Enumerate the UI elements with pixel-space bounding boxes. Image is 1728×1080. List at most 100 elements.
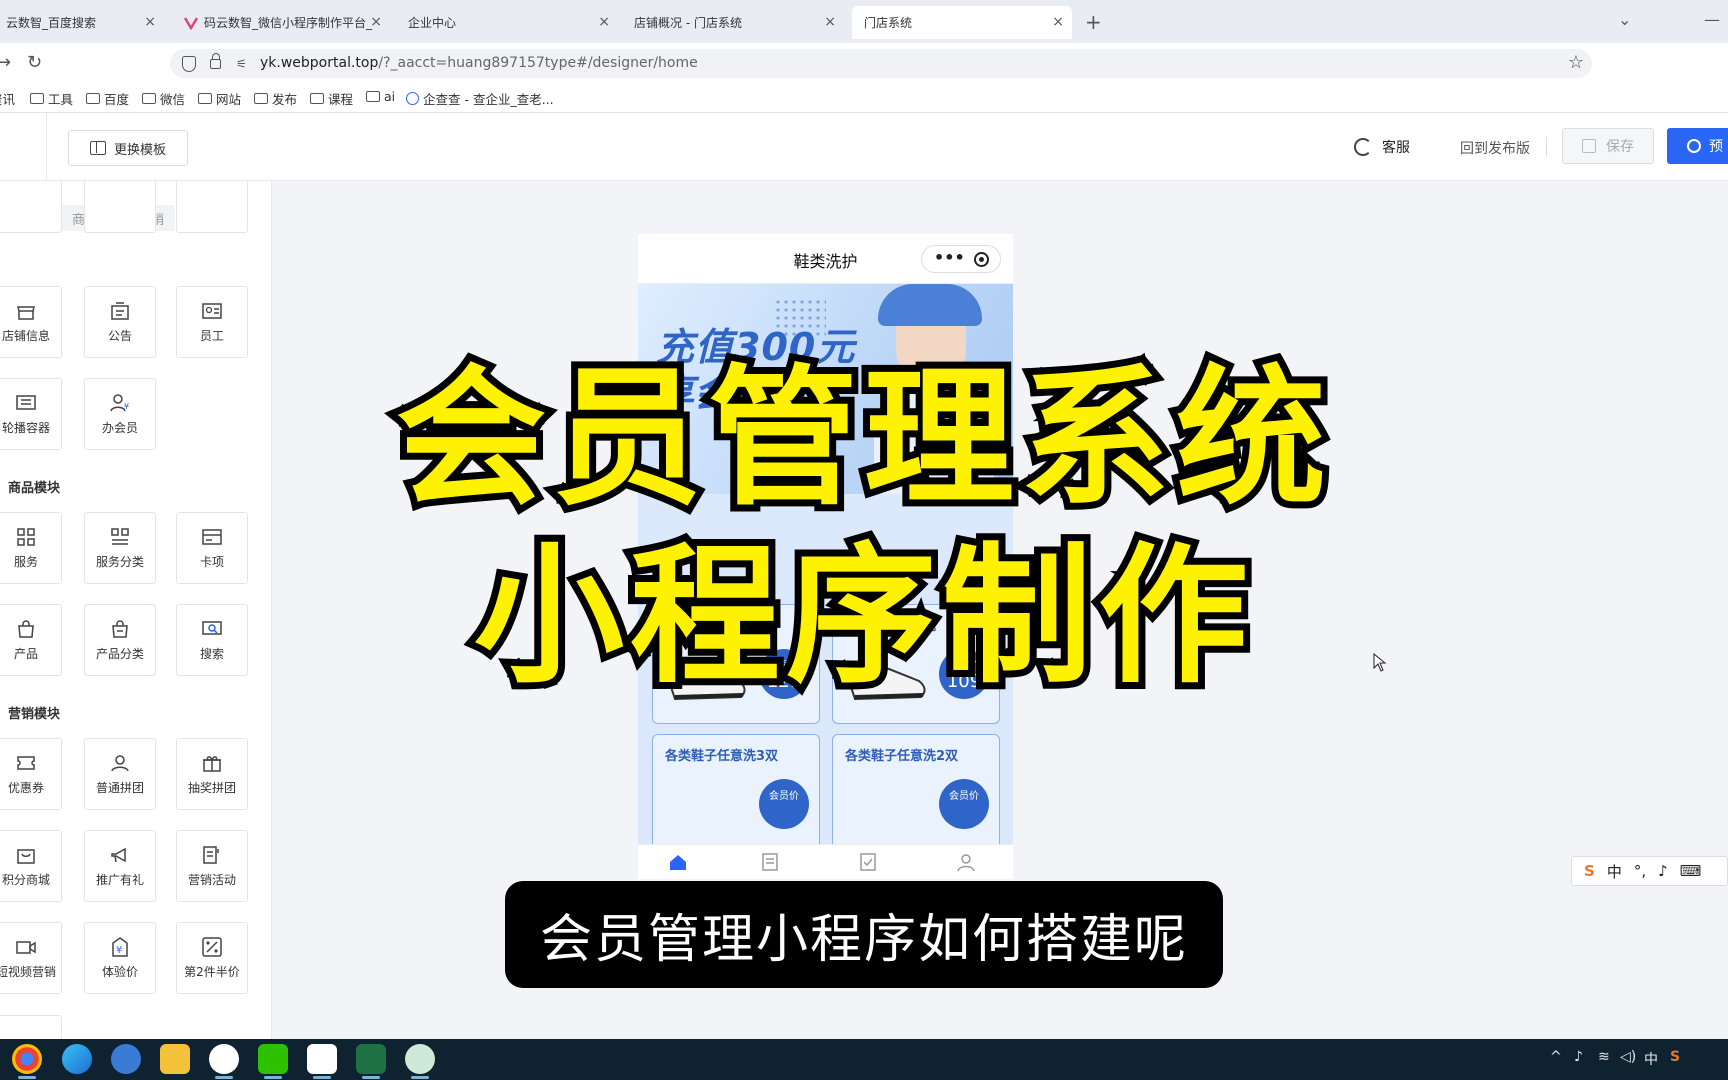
close-icon[interactable]: × bbox=[144, 14, 156, 30]
component-tile[interactable] bbox=[0, 181, 62, 233]
component-tile-store-info[interactable]: 店铺信息 bbox=[0, 286, 62, 358]
bookmark-folder[interactable]: ai bbox=[366, 89, 395, 104]
browser-tab[interactable]: 云数智_百度搜索 × bbox=[0, 6, 164, 39]
home-icon[interactable] bbox=[668, 853, 688, 871]
ime-toolbar[interactable]: S 中 °, ♪ ⌨ bbox=[1571, 856, 1728, 886]
component-tile-points-mall[interactable]: 积分商城 bbox=[0, 830, 62, 902]
bookmark-label: 课程 bbox=[328, 92, 354, 107]
miniprogram-capsule[interactable]: ••• bbox=[921, 245, 1001, 273]
keyboard-icon[interactable]: ⌨ bbox=[1680, 862, 1702, 880]
new-tab-icon[interactable]: + bbox=[1085, 10, 1102, 34]
reload-icon[interactable]: ↻ bbox=[27, 52, 42, 73]
bookmark-folder[interactable]: 微信 bbox=[142, 89, 185, 108]
component-tile-coupon[interactable]: 优惠券 bbox=[0, 738, 62, 810]
folder-icon bbox=[86, 93, 100, 104]
section-title-marketing: 营销模块 bbox=[8, 707, 61, 722]
ime-mode[interactable]: 中 bbox=[1607, 861, 1622, 882]
punctuation-icon[interactable]: °, bbox=[1634, 862, 1646, 880]
preview-button[interactable]: 预 bbox=[1667, 128, 1728, 164]
component-tile[interactable] bbox=[176, 181, 248, 233]
change-template-button[interactable]: 更换模板 bbox=[68, 130, 188, 166]
wechat-icon[interactable] bbox=[258, 1044, 288, 1074]
close-target-icon[interactable] bbox=[974, 252, 989, 267]
headset-icon bbox=[1354, 138, 1372, 156]
bookmark-item[interactable]: 资讯 bbox=[0, 89, 15, 108]
component-tile-short-video[interactable]: 短视频营销 bbox=[0, 922, 62, 994]
component-tile[interactable] bbox=[84, 181, 156, 233]
profile-icon[interactable] bbox=[956, 853, 976, 871]
product-title: 各类鞋子任意洗2双 bbox=[845, 749, 959, 764]
browser-tab[interactable]: 店铺概况 - 门店系统 × bbox=[622, 6, 844, 39]
component-tile-staff[interactable]: 员工 bbox=[176, 286, 248, 358]
search-icon bbox=[1687, 139, 1701, 153]
bookmark-folder[interactable]: 百度 bbox=[86, 89, 129, 108]
megaphone-icon bbox=[109, 845, 131, 865]
microphone-icon[interactable]: ♪ bbox=[1658, 862, 1668, 880]
close-icon[interactable]: × bbox=[598, 14, 610, 30]
back-icon[interactable]: ‹ bbox=[0, 137, 1, 152]
tile-label: 短视频营销 bbox=[0, 964, 56, 979]
excel-icon[interactable] bbox=[356, 1044, 386, 1074]
close-icon[interactable]: × bbox=[1052, 14, 1064, 30]
bookmark-folder[interactable]: 发布 bbox=[254, 89, 297, 108]
bookmark-label: 网站 bbox=[216, 92, 242, 107]
member-price-badge: 会员价 bbox=[759, 779, 809, 829]
tab-label: 门店系统 bbox=[864, 16, 913, 30]
component-tile[interactable] bbox=[0, 1015, 62, 1039]
component-tile-notice[interactable]: 公告 bbox=[84, 286, 156, 358]
overlay-title-line2: 小程序制作 bbox=[467, 525, 1255, 709]
minimize-icon[interactable]: — bbox=[1704, 10, 1720, 29]
volume-icon[interactable]: ◁) bbox=[1620, 1049, 1636, 1065]
bookmark-star-icon[interactable]: ☆ bbox=[1568, 52, 1584, 73]
product-card[interactable]: 各类鞋子任意洗2双 会员价 bbox=[832, 734, 1000, 854]
site-settings-icon[interactable]: ⚟ bbox=[236, 57, 247, 71]
component-tile-lottery-group[interactable]: 抽奖拼团 bbox=[176, 738, 248, 810]
shield-icon bbox=[182, 56, 196, 72]
header-divider bbox=[46, 113, 47, 181]
active-indicator bbox=[362, 1076, 380, 1079]
save-button[interactable]: 保存 bbox=[1562, 128, 1654, 164]
bookmark-label: ai bbox=[384, 89, 396, 104]
browser-tab-active[interactable]: 门店系统 × bbox=[852, 6, 1072, 39]
settings-flower-icon[interactable] bbox=[405, 1044, 435, 1074]
recorder-icon[interactable] bbox=[307, 1044, 337, 1074]
url-field[interactable]: ⚟ yk.webportal.top/?_aacct=huang897157ty… bbox=[170, 49, 1592, 78]
microphone-icon[interactable]: ♪ bbox=[1574, 1049, 1583, 1065]
chrome-icon[interactable] bbox=[12, 1044, 42, 1074]
component-tile-trial-price[interactable]: ¥ 体验价 bbox=[84, 922, 156, 994]
wifi-icon[interactable]: ≋ bbox=[1598, 1049, 1610, 1065]
sogou-icon[interactable]: S bbox=[1584, 862, 1595, 880]
browser-tab-bar: 云数智_百度搜索 × 码云数智_微信小程序制作平台_ × 企业中心 × 店铺概况… bbox=[0, 0, 1728, 43]
product-card[interactable]: 各类鞋子任意洗3双 会员价 bbox=[652, 734, 820, 854]
qq-icon[interactable] bbox=[209, 1044, 239, 1074]
component-tile-group-buy[interactable]: 普通拼团 bbox=[84, 738, 156, 810]
orders-icon[interactable] bbox=[760, 853, 780, 871]
file-explorer-icon[interactable] bbox=[160, 1044, 190, 1074]
phone-header: 鞋类洗护 ••• bbox=[638, 234, 1013, 284]
more-icon[interactable]: ••• bbox=[934, 248, 965, 267]
input-language[interactable]: 中 bbox=[1644, 1049, 1658, 1069]
sogou-tray-icon[interactable]: S bbox=[1670, 1049, 1680, 1065]
bookmark-folder[interactable]: 网站 bbox=[198, 89, 241, 108]
component-tile-referral[interactable]: 推广有礼 bbox=[84, 830, 156, 902]
bookmark-folder[interactable]: 工具 bbox=[30, 89, 73, 108]
price-label: 会员价 bbox=[949, 791, 979, 802]
price-tag-icon: ¥ bbox=[109, 936, 131, 957]
chevron-up-icon[interactable]: ^ bbox=[1550, 1049, 1562, 1065]
bookmark-item[interactable]: 企查查 - 查企业_查老... bbox=[406, 89, 554, 108]
chevron-down-icon[interactable]: ⌄ bbox=[1618, 10, 1631, 29]
component-tile-second-half-price[interactable]: 第2件半价 bbox=[176, 922, 248, 994]
customer-service-button[interactable]: 客服 bbox=[1354, 137, 1410, 157]
edge-icon[interactable] bbox=[62, 1044, 92, 1074]
component-tile-campaign[interactable]: 营销活动 bbox=[176, 830, 248, 902]
mall-icon bbox=[15, 845, 37, 865]
close-icon[interactable]: × bbox=[370, 14, 382, 30]
close-icon[interactable]: × bbox=[824, 14, 836, 30]
browser-tab[interactable]: 企业中心 × bbox=[396, 6, 618, 39]
checklist-icon[interactable] bbox=[858, 853, 878, 871]
bookmark-folder[interactable]: 课程 bbox=[310, 89, 353, 108]
forward-arrow-icon[interactable]: → bbox=[0, 52, 11, 73]
browser-tab[interactable]: 码云数智_微信小程序制作平台_ × bbox=[172, 6, 390, 39]
back-to-published-link[interactable]: 回到发布版 bbox=[1460, 138, 1530, 158]
browser-app-icon[interactable] bbox=[111, 1044, 141, 1074]
